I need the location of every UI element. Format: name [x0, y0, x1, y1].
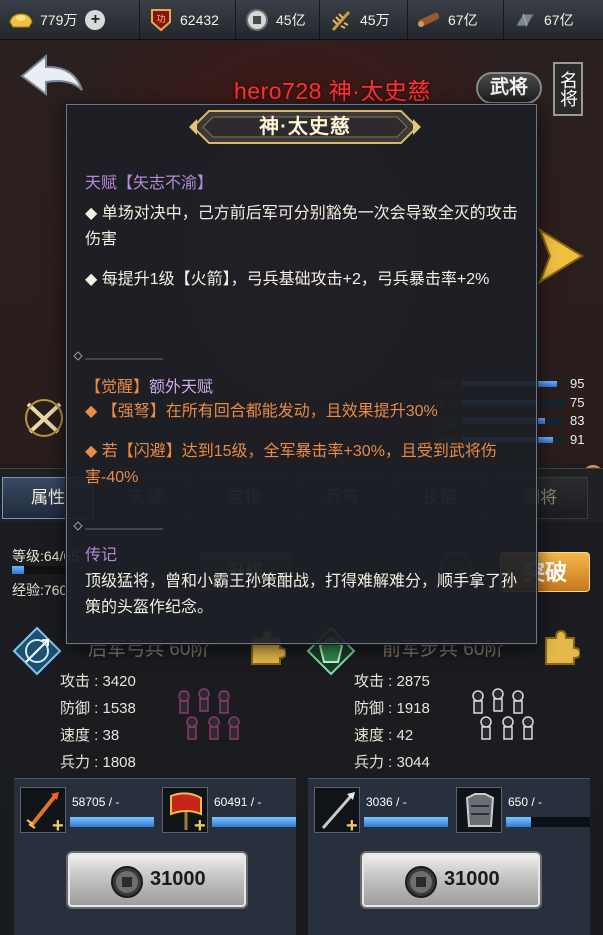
rear-army-panel: 后军弓兵 60阶 攻击 : 3420 防御 : 1538 速度 : 38 兵力 …	[10, 622, 300, 935]
equipment-progress	[70, 817, 154, 827]
crossed-swords-icon	[22, 398, 66, 438]
stat-defense: 防御 : 1918	[354, 700, 430, 717]
front-army-panel: 前军步兵 60阶 攻击 : 2875 防御 : 1918 速度 : 42 兵力 …	[304, 622, 594, 935]
famous-general-button[interactable]: 名将	[553, 62, 583, 116]
stat-speed: 速度 : 38	[60, 727, 120, 744]
iron-icon	[512, 8, 538, 32]
stat-troops: 兵力 : 1808	[60, 754, 136, 771]
resource-iron: 67亿	[504, 0, 603, 40]
hero-name: hero728 神·太史慈	[234, 78, 431, 104]
svg-text:功: 功	[156, 14, 165, 25]
next-hero-arrow-icon[interactable]	[534, 226, 586, 286]
honor-badge-icon: 功	[148, 8, 174, 32]
equipment-progress	[506, 817, 590, 827]
section-divider	[73, 521, 163, 531]
section-divider	[73, 351, 163, 361]
infantry-troops-icon	[464, 682, 544, 754]
talent-line-2: ◆ 每提升1级【火箭】，弓兵基础攻击+2，弓兵暴击率+2%	[85, 271, 490, 288]
resource-silver: 45亿	[236, 0, 320, 40]
resource-wood: 67亿	[408, 0, 504, 40]
resource-gold: 779万 +	[0, 0, 140, 40]
silver-coin-icon	[404, 865, 438, 899]
bio-text: 顶级猛将，曾和小霸王孙策酣战，打得难解难分，顺手拿了孙策的头盔作纪念。	[85, 573, 518, 616]
bio-title: 传记	[85, 547, 118, 564]
equipment-progress	[364, 817, 448, 827]
army-stats: 攻击 : 3420 防御 : 1538 速度 : 38 兵力 : 1808	[60, 668, 136, 776]
stat-defense: 防御 : 1538	[60, 700, 136, 717]
popup-title: 神·太史慈	[259, 116, 351, 138]
resource-grain: 45万	[320, 0, 408, 40]
train-cost-button[interactable]: 31000	[66, 851, 248, 909]
armor-icon	[456, 787, 502, 833]
hero-type-badge: 武将	[476, 72, 542, 104]
talent-title: 天赋【矢志不渝】	[85, 175, 214, 192]
stat-attack: 攻击 : 3420	[60, 673, 136, 690]
awaken-line-2: ◆ 若【闪避】达到15级，全军暴击率+30%，且受到武将伤害-40%	[85, 443, 497, 486]
talent-line-1: ◆ 单场对决中，己方前后军可分别豁免一次会导致全灭的攻击伤害	[85, 205, 518, 248]
silver-coin-icon	[110, 865, 144, 899]
gold-ingot-icon	[8, 8, 34, 32]
equipment-slot[interactable]: + 3036 / -	[314, 787, 454, 836]
equipment-panel: + 58705 / - + 60491 / - 31000	[14, 778, 296, 935]
archer-emblem-icon	[12, 626, 62, 676]
stat-attack: 攻击 : 2875	[354, 673, 430, 690]
archer-troops-icon	[170, 682, 250, 754]
hero-detail-popup: 神·太史慈 天赋【矢志不渝】 ◆ 单场对决中，己方前后军可分别豁免一次会导致全灭…	[66, 104, 537, 644]
level-progress-bar	[12, 566, 70, 574]
stat-troops: 兵力 : 3044	[354, 754, 430, 771]
stat-speed: 速度 : 42	[354, 727, 414, 744]
add-gold-button[interactable]: +	[85, 10, 106, 30]
silver-coin-icon	[244, 8, 270, 32]
puzzle-piece-icon[interactable]	[540, 628, 582, 666]
train-cost-button[interactable]: 31000	[360, 851, 542, 909]
resource-honor: 功 62432	[140, 0, 236, 40]
grain-icon	[328, 8, 354, 32]
awaken-title: 【觉醒】额外天赋	[85, 379, 214, 396]
back-arrow-icon[interactable]	[18, 52, 86, 100]
resource-bar: 779万 + 功 62432 45亿 45万 67亿 67亿	[0, 0, 603, 40]
awaken-line-1: ◆ 【强弩】在所有回合都能发动，且效果提升30%	[85, 403, 438, 420]
equipment-slot[interactable]: + 58705 / -	[20, 787, 160, 836]
equipment-slot[interactable]: 650 / -	[456, 787, 596, 833]
army-stats: 攻击 : 2875 防御 : 1918 速度 : 42 兵力 : 3044	[354, 668, 430, 776]
exp-label: 经验:760	[12, 582, 68, 598]
equipment-panel: + 3036 / - 650 / - 31000	[308, 778, 590, 935]
equipment-progress	[212, 817, 296, 827]
equipment-slot[interactable]: + 60491 / -	[162, 787, 302, 836]
wood-icon	[416, 8, 442, 32]
